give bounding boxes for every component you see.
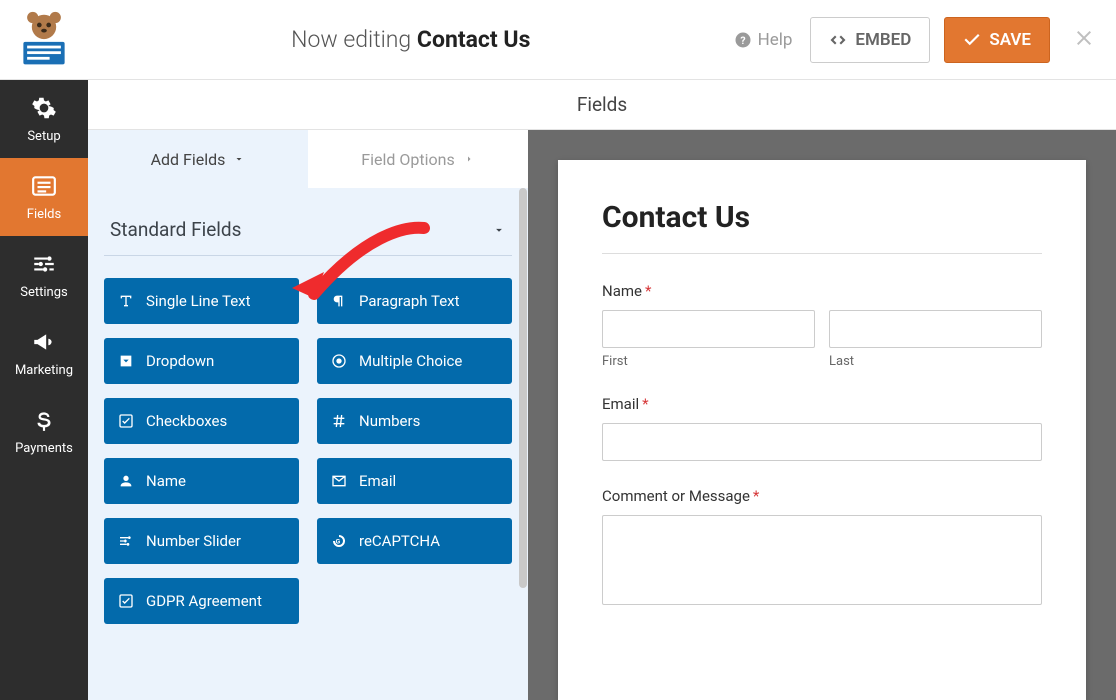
bullhorn-icon [31,329,57,355]
form-preview-card: Contact Us Name* First [558,160,1086,700]
columns: Add Fields Field Options Standard Fields… [88,130,1116,700]
first-sublabel: First [602,354,815,369]
dollar-icon [31,407,57,433]
sliders-icon [118,533,134,549]
user-icon [118,473,134,489]
name-label: Name* [602,282,1042,300]
help-icon: ? [734,31,752,49]
scrollbar[interactable] [519,188,527,588]
field-message-group[interactable]: Comment or Message* [602,487,1042,605]
message-input[interactable] [602,515,1042,605]
chevron-down-icon [492,223,506,237]
email-input[interactable] [602,423,1042,461]
field-gdpr-agreement[interactable]: GDPR Agreement [104,578,299,624]
app-logo [0,10,88,70]
mail-icon [331,473,347,489]
chevron-right-icon [463,153,475,165]
fields-panel: Add Fields Field Options Standard Fields… [88,130,528,700]
check-icon [963,31,981,49]
fields-scroll-area[interactable]: Standard Fields Single Line Text Paragrap… [88,188,528,700]
gear-icon [31,95,57,121]
field-email-group[interactable]: Email* [602,395,1042,461]
recaptcha-icon: G [331,533,347,549]
sliders-icon [31,251,57,277]
nav-fields[interactable]: Fields [0,158,88,236]
email-label: Email* [602,395,1042,413]
field-numbers[interactable]: Numbers [317,398,512,444]
divider [602,253,1042,254]
workspace: Fields Add Fields Field Options Stan [88,80,1116,700]
paragraph-icon [331,293,347,309]
nav-marketing[interactable]: Marketing [0,314,88,392]
field-number-slider[interactable]: Number Slider [104,518,299,564]
editing-prefix: Now editing [291,26,411,53]
close-icon [1072,26,1096,50]
code-icon [829,31,847,49]
dropdown-icon [118,353,134,369]
chevron-down-icon [233,153,245,165]
field-single-line-text[interactable]: Single Line Text [104,278,299,324]
radio-icon [331,353,347,369]
field-dropdown[interactable]: Dropdown [104,338,299,384]
text-icon [118,293,134,309]
hash-icon [331,413,347,429]
form-preview-area: Contact Us Name* First [528,130,1116,700]
embed-button[interactable]: EMBED [810,17,930,63]
field-name-group[interactable]: Name* First Last [602,282,1042,369]
panel-title: Fields [88,80,1116,130]
required-asterisk: * [753,487,759,505]
last-sublabel: Last [829,354,1042,369]
field-name[interactable]: Name [104,458,299,504]
tab-field-options[interactable]: Field Options [308,130,528,188]
main-area: Setup Fields Settings Marketing Payments… [0,80,1116,700]
first-name-input[interactable] [602,310,815,348]
field-recaptcha[interactable]: GreCAPTCHA [317,518,512,564]
section-standard-fields[interactable]: Standard Fields [104,206,512,256]
field-multiple-choice[interactable]: Multiple Choice [317,338,512,384]
tab-add-fields[interactable]: Add Fields [88,130,308,188]
list-icon [31,173,57,199]
close-button[interactable] [1072,26,1096,54]
panel-tabs: Add Fields Field Options [88,130,528,188]
sidebar-nav: Setup Fields Settings Marketing Payments [0,80,88,700]
gdpr-icon [118,593,134,609]
help-link[interactable]: ? Help [734,30,793,50]
top-bar: Now editing Contact Us ? Help EMBED SAVE [0,0,1116,80]
editing-form-name: Contact Us [417,26,530,53]
form-title: Contact Us [602,200,1042,235]
svg-text:G: G [336,538,341,546]
field-paragraph-text[interactable]: Paragraph Text [317,278,512,324]
required-asterisk: * [642,395,648,413]
last-name-input[interactable] [829,310,1042,348]
field-checkboxes[interactable]: Checkboxes [104,398,299,444]
message-label: Comment or Message* [602,487,1042,505]
nav-settings[interactable]: Settings [0,236,88,314]
nav-setup[interactable]: Setup [0,80,88,158]
required-asterisk: * [645,282,651,300]
field-email[interactable]: Email [317,458,512,504]
field-grid: Single Line Text Paragraph Text Dropdown Mu… [104,278,512,624]
svg-text:?: ? [740,33,745,46]
checkbox-icon [118,413,134,429]
nav-payments[interactable]: Payments [0,392,88,470]
editing-title: Now editing Contact Us [88,26,734,53]
save-button[interactable]: SAVE [944,17,1050,63]
